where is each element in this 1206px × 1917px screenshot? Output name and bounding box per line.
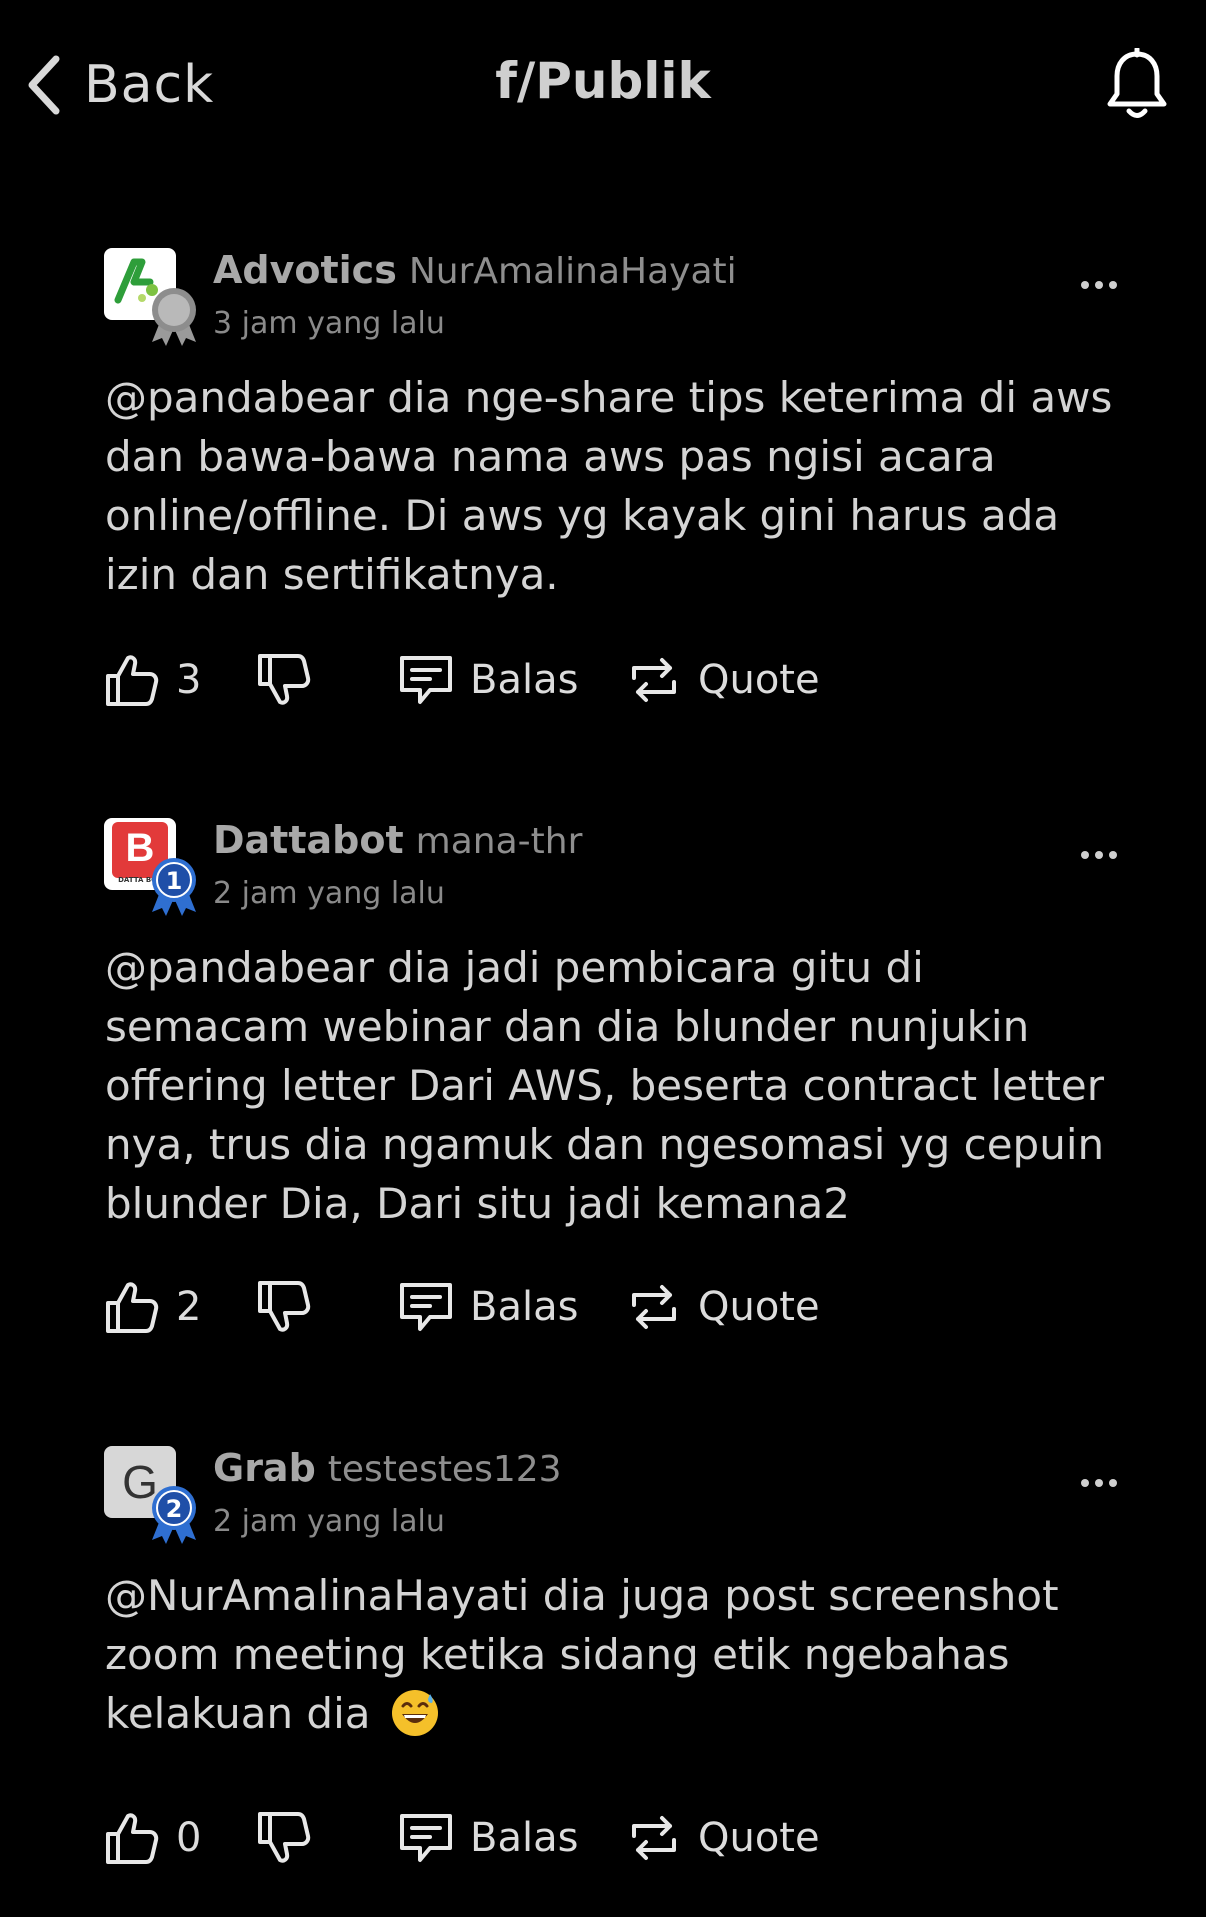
quote-label: Quote bbox=[698, 657, 820, 703]
quote-label: Quote bbox=[698, 1815, 820, 1861]
thumbs-down-icon bbox=[258, 1812, 311, 1863]
reply-label: Balas bbox=[470, 1815, 579, 1861]
post-body: @NurAmalinaHayati dia juga post screensh… bbox=[105, 1566, 1125, 1743]
post-header: Dattabot mana-thr bbox=[213, 818, 582, 862]
rank-number: 2 bbox=[166, 1495, 183, 1523]
author-handle[interactable]: testestes123 bbox=[328, 1449, 562, 1490]
comment-icon bbox=[400, 1814, 452, 1862]
reply-button[interactable]: Balas bbox=[398, 648, 578, 712]
author-name[interactable]: Advotics bbox=[213, 248, 397, 292]
post-header: Advotics NurAmalinaHayati bbox=[213, 248, 737, 292]
bell-icon[interactable] bbox=[1104, 48, 1170, 124]
quote-button[interactable]: Quote bbox=[626, 1275, 820, 1339]
thumbs-up-icon bbox=[106, 655, 159, 706]
thumbs-up-icon bbox=[106, 1813, 159, 1864]
reply-label: Balas bbox=[470, 1284, 579, 1330]
like-button[interactable]: 3 bbox=[104, 648, 201, 712]
post-actions: 2 Balas Quote bbox=[104, 1275, 904, 1339]
top-nav-bar: Back f/Publik bbox=[0, 0, 1206, 170]
thumbs-up-icon bbox=[106, 1282, 159, 1333]
silver-medal-icon bbox=[152, 288, 196, 346]
quote-label: Quote bbox=[698, 1284, 820, 1330]
author-name[interactable]: Dattabot bbox=[213, 818, 404, 862]
reply-label: Balas bbox=[470, 657, 579, 703]
reply-button[interactable]: Balas bbox=[398, 1806, 578, 1870]
quote-button[interactable]: Quote bbox=[626, 648, 820, 712]
grinning-face-with-sweat-icon bbox=[391, 1690, 438, 1736]
author-handle[interactable]: NurAmalinaHayati bbox=[409, 251, 737, 292]
post-body: @pandabear dia nge-share tips keterima d… bbox=[105, 373, 1113, 599]
page-title: f/Publik bbox=[495, 52, 711, 110]
author-name[interactable]: Grab bbox=[213, 1446, 316, 1490]
avatar[interactable] bbox=[104, 248, 208, 352]
more-options-icon[interactable] bbox=[1080, 278, 1118, 292]
avatar[interactable]: B DATTA BOT 1 bbox=[104, 818, 208, 922]
post-timestamp: 2 jam yang lalu bbox=[213, 876, 445, 911]
comment-icon bbox=[400, 1283, 452, 1331]
dislike-button[interactable] bbox=[256, 1275, 312, 1339]
more-options-icon[interactable] bbox=[1080, 1476, 1118, 1490]
like-button[interactable]: 2 bbox=[104, 1275, 201, 1339]
dislike-button[interactable] bbox=[256, 1806, 312, 1870]
rank-badge-icon: 2 bbox=[152, 1486, 196, 1544]
post-actions: 3 Balas Quote bbox=[104, 648, 904, 712]
avatar[interactable]: G 2 bbox=[104, 1446, 208, 1550]
rank-number: 1 bbox=[166, 867, 183, 895]
dislike-button[interactable] bbox=[256, 648, 312, 712]
post-body-text: @NurAmalinaHayati dia juga post screensh… bbox=[105, 1571, 1059, 1738]
repost-icon bbox=[632, 658, 676, 702]
thumbs-down-icon bbox=[258, 1281, 311, 1332]
post-timestamp: 2 jam yang lalu bbox=[213, 1504, 445, 1539]
author-handle[interactable]: mana-thr bbox=[416, 821, 583, 862]
post-actions: 0 Balas Quote bbox=[104, 1806, 904, 1870]
rank-badge-icon: 1 bbox=[152, 858, 196, 916]
post-header: Grab testestes123 bbox=[213, 1446, 562, 1490]
post-timestamp: 3 jam yang lalu bbox=[213, 306, 445, 341]
like-button[interactable]: 0 bbox=[104, 1806, 201, 1870]
repost-icon bbox=[632, 1285, 676, 1329]
like-count: 2 bbox=[176, 1284, 202, 1330]
thumbs-down-icon bbox=[258, 654, 311, 705]
repost-icon bbox=[632, 1816, 676, 1860]
quote-button[interactable]: Quote bbox=[626, 1806, 820, 1870]
post-body: @pandabear dia jadi pembicara gitu di se… bbox=[105, 943, 1105, 1228]
reply-button[interactable]: Balas bbox=[398, 1275, 578, 1339]
more-options-icon[interactable] bbox=[1080, 848, 1118, 862]
like-count: 0 bbox=[176, 1815, 202, 1861]
like-count: 3 bbox=[176, 657, 202, 703]
comment-icon bbox=[400, 656, 452, 704]
